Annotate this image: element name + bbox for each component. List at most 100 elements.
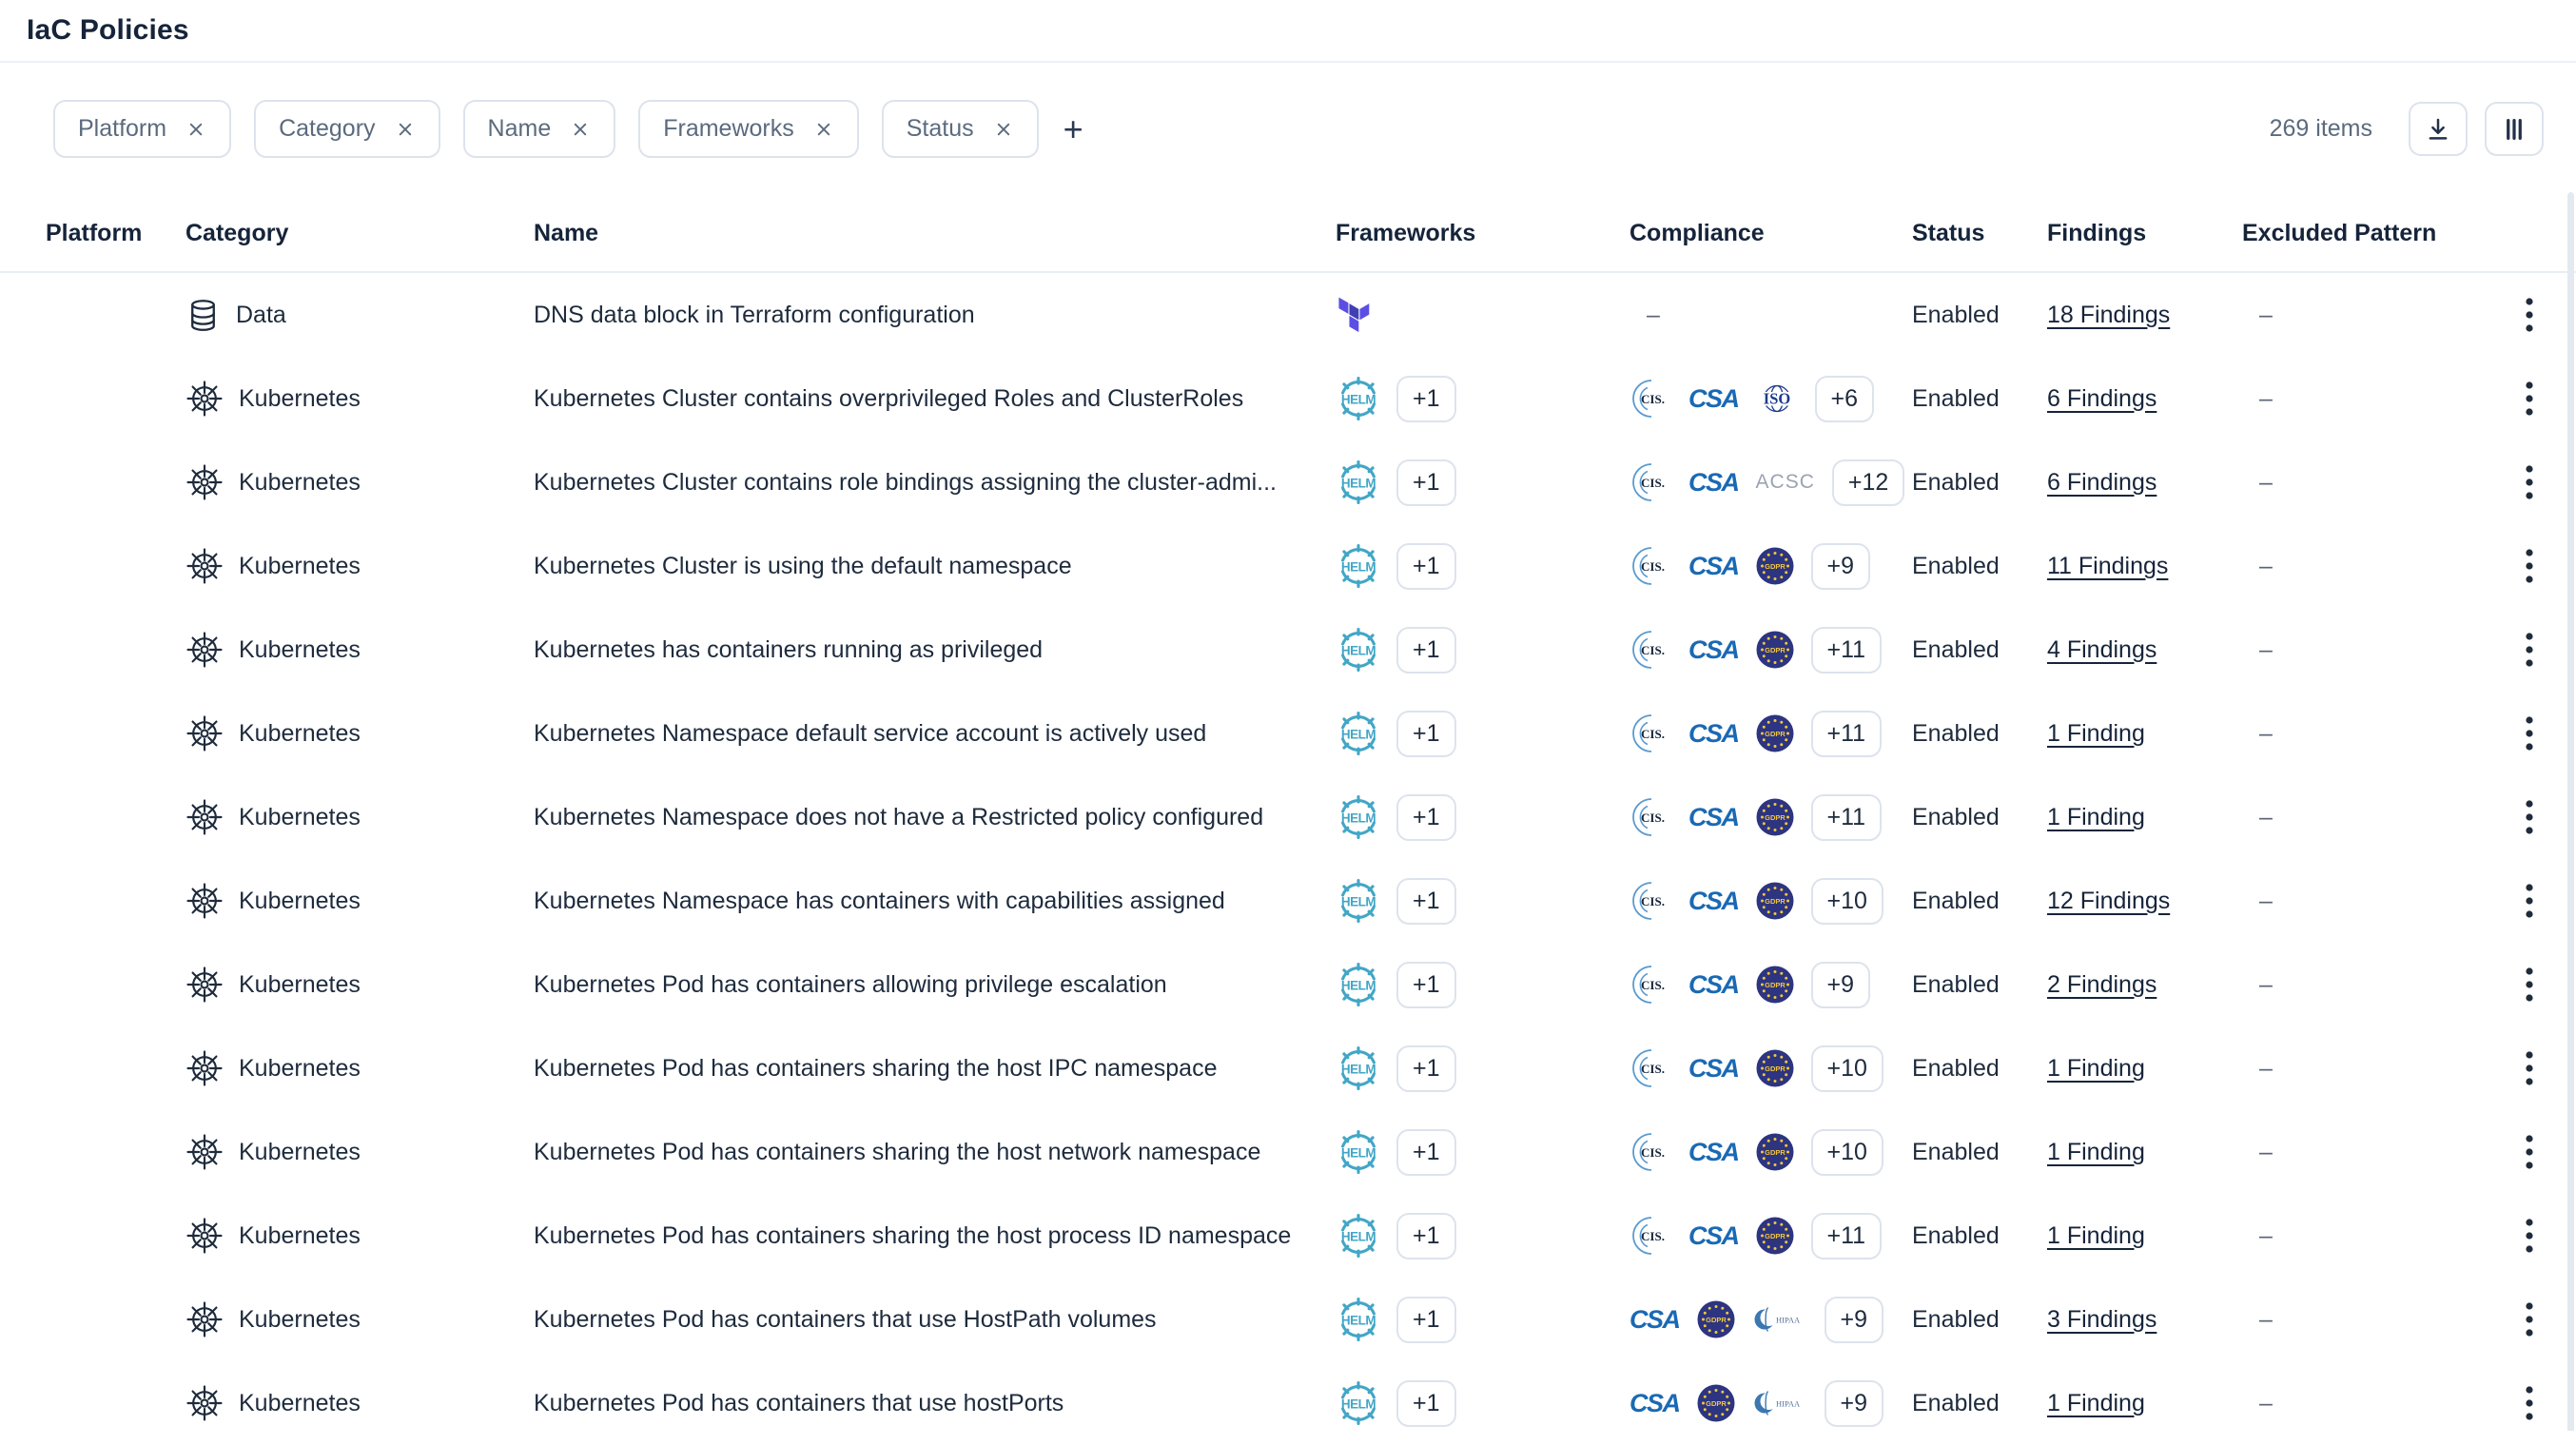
- table-row[interactable]: Kubernetes Kubernetes Pod has containers…: [0, 1361, 2576, 1445]
- category-label: Kubernetes: [239, 1139, 361, 1166]
- compliance-more-badge[interactable]: +11: [1811, 1213, 1883, 1259]
- frameworks-more-badge[interactable]: +1: [1396, 627, 1456, 674]
- policy-name: Kubernetes Pod has containers sharing th…: [534, 1222, 1336, 1250]
- frameworks-more-badge[interactable]: +1: [1396, 459, 1456, 506]
- svg-text:CIS.: CIS.: [1641, 559, 1665, 574]
- frameworks-cell: HELM+1: [1336, 1380, 1630, 1427]
- policies-table: PlatformCategoryNameFrameworksCompliance…: [0, 195, 2576, 1445]
- table-row[interactable]: Kubernetes Kubernetes Namespace default …: [0, 692, 2576, 775]
- download-button[interactable]: [2409, 102, 2468, 156]
- row-menu-button[interactable]: [2509, 374, 2549, 423]
- table-row[interactable]: Kubernetes Kubernetes Namespace has cont…: [0, 859, 2576, 943]
- category-label: Kubernetes: [239, 1222, 361, 1250]
- filter-chip-label: Frameworks: [663, 115, 794, 143]
- frameworks-more-badge[interactable]: +1: [1396, 711, 1456, 757]
- compliance-more-badge[interactable]: +9: [1825, 1380, 1884, 1427]
- findings-link[interactable]: 6 Findings: [2047, 469, 2156, 497]
- row-menu-button[interactable]: [2509, 458, 2549, 507]
- table-row[interactable]: Data DNS data block in Terraform configu…: [0, 273, 2576, 357]
- row-menu-button[interactable]: [2509, 709, 2549, 758]
- row-menu-button[interactable]: [2509, 792, 2549, 842]
- compliance-more-badge[interactable]: +9: [1811, 962, 1871, 1008]
- table-row[interactable]: Kubernetes Kubernetes Cluster contains o…: [0, 357, 2576, 440]
- findings-cell: 1 Finding: [2047, 1390, 2242, 1417]
- table-row[interactable]: Kubernetes Kubernetes Cluster is using t…: [0, 524, 2576, 608]
- svg-text:HELM: HELM: [1341, 979, 1376, 993]
- row-menu-button[interactable]: [2509, 1044, 2549, 1093]
- policy-name: Kubernetes Pod has containers that use h…: [534, 1390, 1336, 1417]
- filter-chip-platform[interactable]: Platform: [53, 100, 231, 158]
- category-label: Kubernetes: [239, 553, 361, 580]
- frameworks-more-badge[interactable]: +1: [1396, 376, 1456, 422]
- findings-link[interactable]: 1 Finding: [2047, 1222, 2145, 1250]
- row-menu-button[interactable]: [2509, 960, 2549, 1009]
- findings-link[interactable]: 1 Finding: [2047, 804, 2145, 831]
- row-menu-button[interactable]: [2509, 1295, 2549, 1344]
- compliance-more-badge[interactable]: +11: [1811, 627, 1883, 674]
- table-row[interactable]: Kubernetes Kubernetes Pod has containers…: [0, 1026, 2576, 1110]
- policy-name: Kubernetes has containers running as pri…: [534, 636, 1336, 664]
- row-menu-button[interactable]: [2509, 290, 2549, 340]
- findings-link[interactable]: 1 Finding: [2047, 720, 2145, 748]
- close-icon[interactable]: [993, 119, 1014, 140]
- frameworks-more-badge[interactable]: +1: [1396, 1213, 1456, 1259]
- table-row[interactable]: Kubernetes Kubernetes Cluster contains r…: [0, 440, 2576, 524]
- frameworks-more-badge[interactable]: +1: [1396, 1045, 1456, 1092]
- compliance-more-badge[interactable]: +11: [1811, 711, 1883, 757]
- row-menu-button[interactable]: [2509, 1378, 2549, 1428]
- kubernetes-icon: [185, 1133, 224, 1171]
- filter-chip-category[interactable]: Category: [254, 100, 439, 158]
- close-icon[interactable]: [395, 119, 416, 140]
- compliance-more-badge[interactable]: +10: [1811, 1045, 1883, 1092]
- frameworks-more-badge[interactable]: +1: [1396, 1380, 1456, 1427]
- findings-link[interactable]: 4 Findings: [2047, 636, 2156, 664]
- frameworks-more-badge[interactable]: +1: [1396, 794, 1456, 841]
- findings-link[interactable]: 12 Findings: [2047, 888, 2170, 915]
- row-menu-button[interactable]: [2509, 541, 2549, 591]
- row-menu-button[interactable]: [2509, 1127, 2549, 1177]
- table-row[interactable]: Kubernetes Kubernetes Pod has containers…: [0, 1194, 2576, 1278]
- findings-link[interactable]: 1 Finding: [2047, 1139, 2145, 1166]
- compliance-more-badge[interactable]: +9: [1825, 1297, 1884, 1343]
- filter-chip-name[interactable]: Name: [463, 100, 616, 158]
- findings-link[interactable]: 1 Finding: [2047, 1055, 2145, 1083]
- findings-link[interactable]: 3 Findings: [2047, 1306, 2156, 1334]
- category-label: Kubernetes: [239, 469, 361, 497]
- compliance-more-badge[interactable]: +10: [1811, 878, 1883, 925]
- cis-icon: CIS.: [1630, 713, 1671, 754]
- filter-chip-status[interactable]: Status: [882, 100, 1039, 158]
- columns-button[interactable]: [2485, 102, 2544, 156]
- table-row[interactable]: Kubernetes Kubernetes Pod has containers…: [0, 1110, 2576, 1194]
- close-icon[interactable]: [185, 119, 206, 140]
- compliance-more-badge[interactable]: +12: [1832, 459, 1904, 506]
- table-row[interactable]: Kubernetes Kubernetes Namespace does not…: [0, 775, 2576, 859]
- findings-link[interactable]: 2 Findings: [2047, 971, 2156, 999]
- findings-link[interactable]: 6 Findings: [2047, 385, 2156, 413]
- table-row[interactable]: Kubernetes Kubernetes has containers run…: [0, 608, 2576, 692]
- frameworks-more-badge[interactable]: +1: [1396, 878, 1456, 925]
- findings-link[interactable]: 18 Findings: [2047, 302, 2170, 329]
- table-row[interactable]: Kubernetes Kubernetes Pod has containers…: [0, 943, 2576, 1026]
- compliance-more-badge[interactable]: +10: [1811, 1129, 1883, 1176]
- frameworks-more-badge[interactable]: +1: [1396, 543, 1456, 590]
- cis-icon: CIS.: [1630, 1215, 1671, 1257]
- add-filter-button[interactable]: +: [1056, 112, 1091, 146]
- filter-chip-frameworks[interactable]: Frameworks: [638, 100, 859, 158]
- compliance-more-badge[interactable]: +11: [1811, 794, 1883, 841]
- findings-link[interactable]: 11 Findings: [2047, 553, 2168, 580]
- kubernetes-icon: [185, 380, 224, 418]
- compliance-more-badge[interactable]: +6: [1815, 376, 1875, 422]
- table-row[interactable]: Kubernetes Kubernetes Pod has containers…: [0, 1278, 2576, 1361]
- findings-link[interactable]: 1 Finding: [2047, 1390, 2145, 1417]
- row-menu-button[interactable]: [2509, 625, 2549, 674]
- frameworks-more-badge[interactable]: +1: [1396, 1297, 1456, 1343]
- row-menu-button[interactable]: [2509, 876, 2549, 926]
- frameworks-more-badge[interactable]: +1: [1396, 962, 1456, 1008]
- scrollbar[interactable]: [2567, 192, 2574, 1431]
- close-icon[interactable]: [813, 119, 834, 140]
- row-menu-button[interactable]: [2509, 1211, 2549, 1260]
- close-icon[interactable]: [570, 119, 591, 140]
- category-cell: Kubernetes: [185, 1300, 534, 1338]
- frameworks-more-badge[interactable]: +1: [1396, 1129, 1456, 1176]
- compliance-more-badge[interactable]: +9: [1811, 543, 1871, 590]
